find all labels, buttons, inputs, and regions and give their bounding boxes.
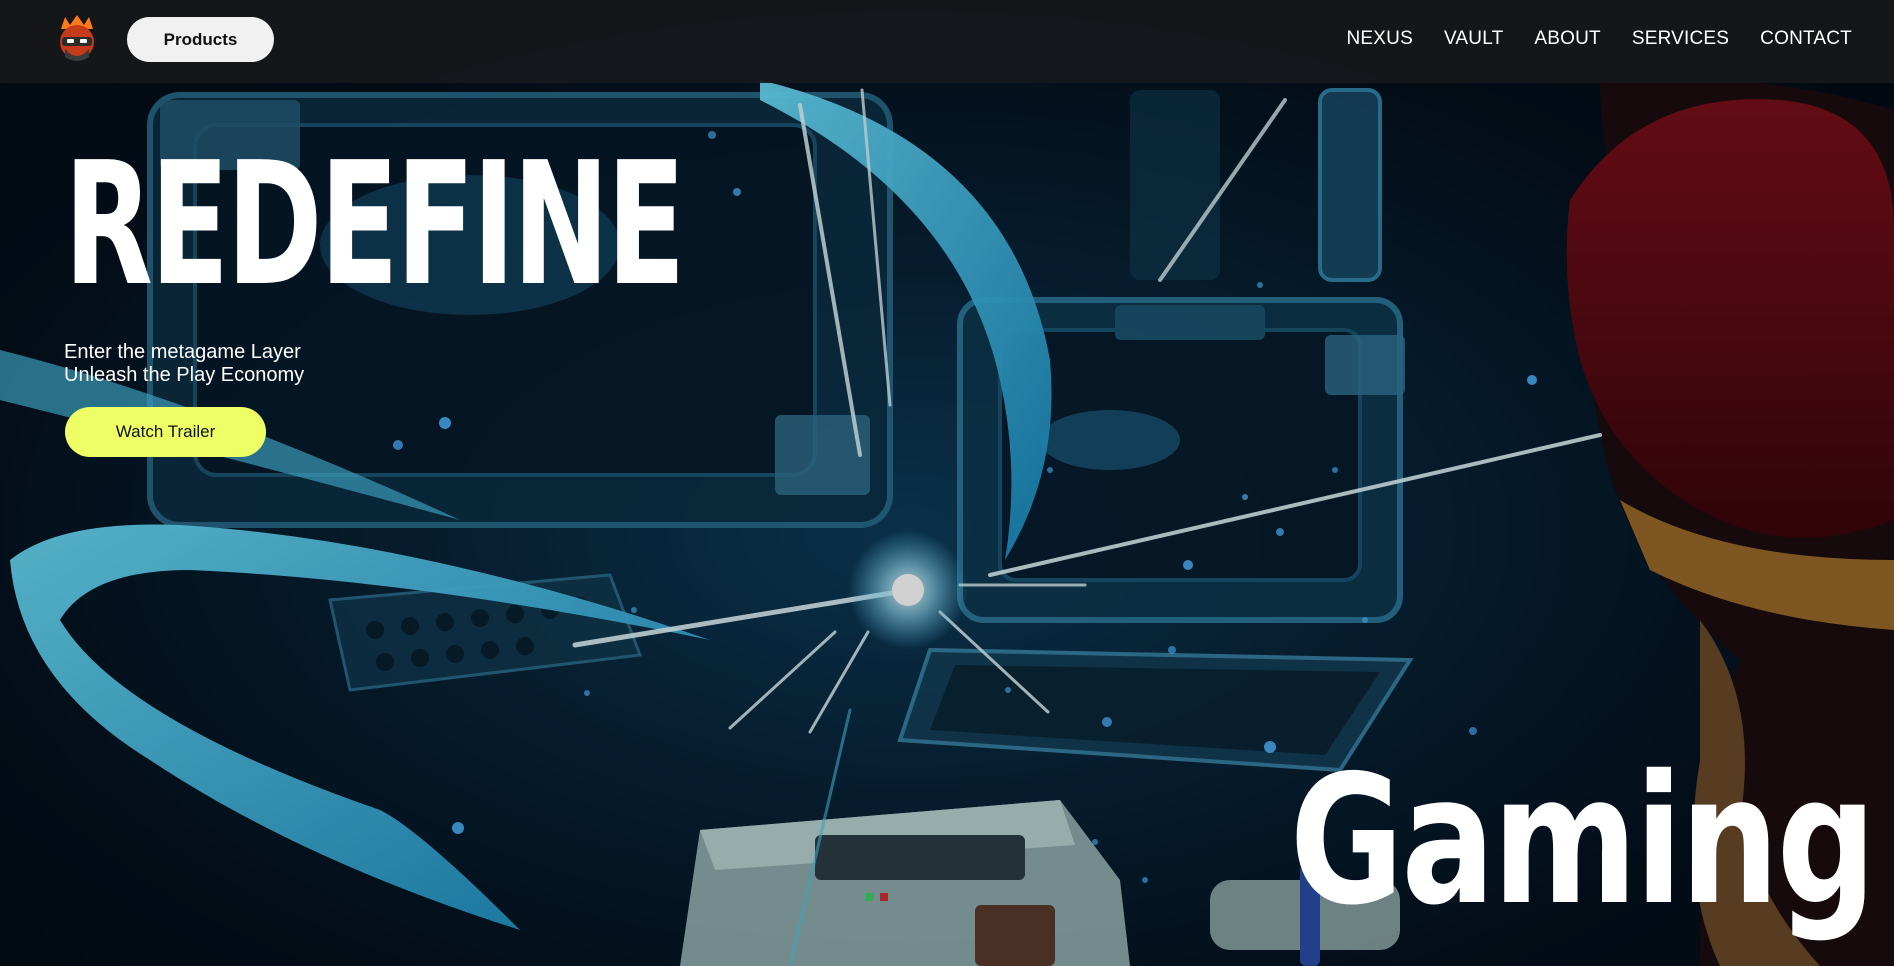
navbar: Products NEXUS VAULT ABOUT SERVICES CONT… xyxy=(0,0,1894,83)
hero-subtitle-line-2: Unleash the Play Economy xyxy=(64,364,305,386)
nav-link-nexus[interactable]: NEXUS xyxy=(1346,27,1412,51)
ninja-mascot-icon[interactable] xyxy=(55,15,99,65)
hero-bottom-word: Gaming xyxy=(1289,737,1876,944)
hero-subtitle-line-1: Enter the metagame Layer xyxy=(64,341,301,363)
hero-subtitle: Enter the metagame Layer Unleash the Pla… xyxy=(64,341,304,387)
nav-links: NEXUS VAULT ABOUT SERVICES CONTACT xyxy=(1346,27,1852,51)
watch-trailer-button[interactable]: Watch Trailer xyxy=(65,407,266,457)
nav-link-vault[interactable]: VAULT xyxy=(1444,27,1503,51)
nav-link-contact[interactable]: CONTACT xyxy=(1760,27,1852,51)
nav-link-about[interactable]: ABOUT xyxy=(1534,27,1600,51)
products-button[interactable]: Products xyxy=(127,17,274,62)
nav-link-services[interactable]: SERVICES xyxy=(1632,27,1729,51)
landing-page: Products NEXUS VAULT ABOUT SERVICES CONT… xyxy=(0,0,1894,966)
hero-title: REDEFINE xyxy=(64,126,686,324)
